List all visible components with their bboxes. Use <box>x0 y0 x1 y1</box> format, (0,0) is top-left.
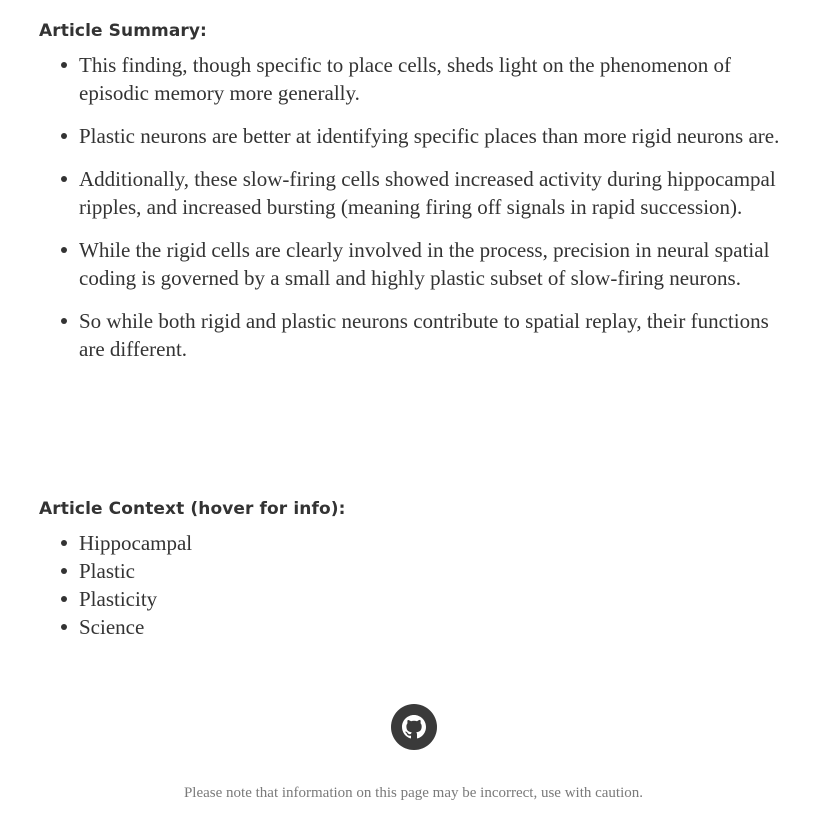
list-item: Plastic neurons are better at identifyin… <box>61 122 795 150</box>
context-item-label[interactable]: Hippocampal <box>79 531 192 555</box>
bullet-icon <box>61 247 67 253</box>
article-page: Article Summary: This finding, though sp… <box>0 0 827 825</box>
list-item: While the rigid cells are clearly involv… <box>61 236 795 292</box>
context-item-plastic[interactable]: Plastic <box>61 557 479 585</box>
context-item-label[interactable]: Plastic <box>79 559 135 583</box>
summary-item-text: This finding, though specific to place c… <box>79 53 732 105</box>
summary-item-text: While the rigid cells are clearly involv… <box>79 238 770 290</box>
context-list: Hippocampal Plastic Plasticity Science <box>61 529 479 641</box>
bullet-icon <box>61 318 67 324</box>
context-item-label[interactable]: Plasticity <box>79 587 157 611</box>
summary-item-text: Additionally, these slow-firing cells sh… <box>79 167 776 219</box>
context-item-label[interactable]: Science <box>79 615 144 639</box>
article-summary-heading: Article Summary: <box>39 21 207 41</box>
article-context-heading: Article Context (hover for info): <box>39 499 346 519</box>
context-item-plasticity[interactable]: Plasticity <box>61 585 479 613</box>
bullet-icon <box>61 62 67 68</box>
summary-item-text: Plastic neurons are better at identifyin… <box>79 124 780 148</box>
bullet-icon <box>61 624 67 630</box>
bullet-icon <box>61 568 67 574</box>
summary-list: This finding, though specific to place c… <box>61 51 795 378</box>
disclaimer-text: Please note that information on this pag… <box>183 785 644 801</box>
list-item: This finding, though specific to place c… <box>61 51 795 107</box>
list-item: So while both rigid and plastic neurons … <box>61 307 795 363</box>
list-item: Additionally, these slow-firing cells sh… <box>61 165 795 221</box>
github-icon <box>402 715 426 739</box>
context-item-science[interactable]: Science <box>61 613 479 641</box>
github-button[interactable] <box>391 704 437 750</box>
bullet-icon <box>61 133 67 139</box>
bullet-icon <box>61 596 67 602</box>
context-item-hippocampal[interactable]: Hippocampal <box>61 529 479 557</box>
bullet-icon <box>61 540 67 546</box>
bullet-icon <box>61 176 67 182</box>
summary-item-text: So while both rigid and plastic neurons … <box>79 309 769 361</box>
